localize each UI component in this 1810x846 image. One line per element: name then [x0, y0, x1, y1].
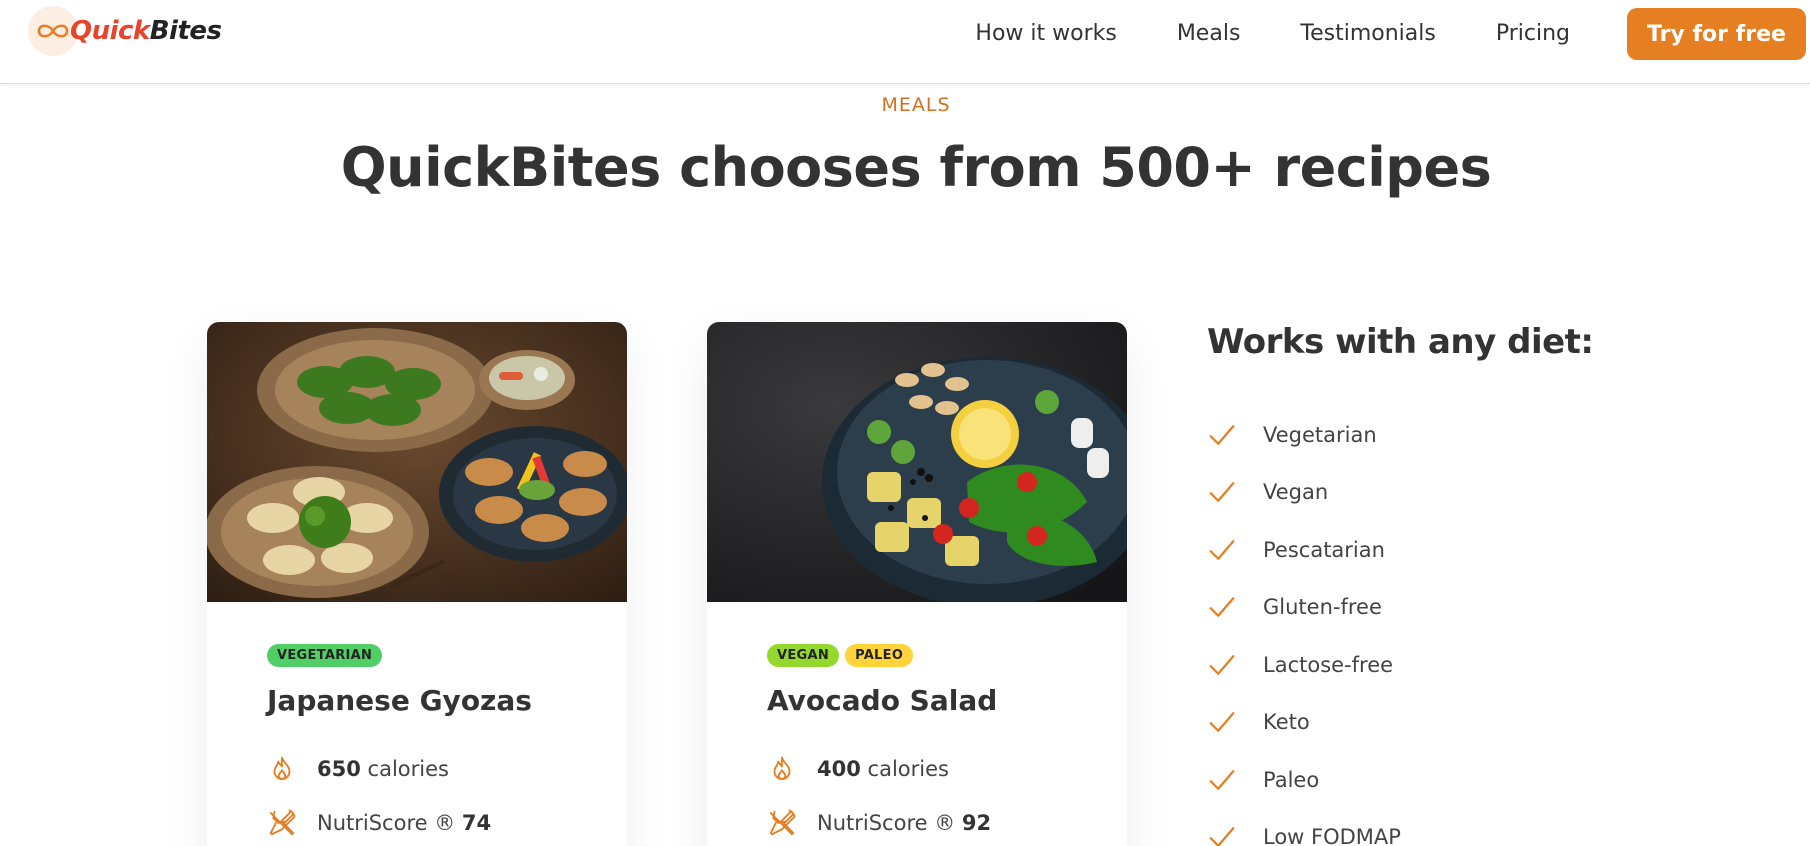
tag-vegan: VEGAN [767, 644, 840, 667]
site-header: QuickBites How it works Meals Testimonia… [0, 0, 1810, 84]
list-item: Gluten-free [1207, 579, 1401, 637]
list-item: Lactose-free [1207, 636, 1401, 694]
logo-part-bites: Bites [149, 16, 222, 46]
list-item: Vegetarian [1207, 406, 1401, 464]
nutriscore-label: NutriScore ® [817, 811, 956, 835]
gyozas-photo [207, 322, 627, 602]
logo-wordmark: QuickBites [70, 16, 222, 46]
tag-paleo: PALEO [845, 644, 914, 667]
diet-label: Gluten-free [1263, 595, 1382, 620]
list-item: Low FODMAP [1207, 809, 1401, 846]
section-title: QuickBites chooses from 500+ recipes [340, 136, 1492, 199]
meal-nutriscore: NutriScore ® 92 [767, 808, 991, 838]
meal-calories: 650 calories [267, 754, 449, 784]
diet-label: Lactose-free [1263, 652, 1394, 677]
diet-label: Vegetarian [1263, 422, 1377, 447]
meal-card-gyozas: VEGETARIAN Japanese Gyozas 650 calories … [207, 322, 627, 846]
diet-label: Low FODMAP [1263, 825, 1401, 846]
nutriscore-label: NutriScore ® [317, 811, 456, 835]
diet-label: Vegan [1263, 480, 1329, 505]
utensils-icon [269, 809, 296, 836]
nav-link-testimonials[interactable]: Testimonials [1300, 20, 1435, 48]
flame-icon [273, 756, 291, 780]
checkmark-icon [1209, 827, 1235, 846]
diet-list-title: Works with any diet: [1207, 322, 1594, 362]
logo-link[interactable]: QuickBites [28, 6, 222, 56]
checkmark-icon [1209, 482, 1235, 503]
try-for-free-button[interactable]: Try for free [1627, 8, 1806, 60]
avocado-salad-photo [707, 322, 1127, 602]
checkmark-icon [1209, 424, 1235, 445]
meal-tags: VEGAN PALEO [767, 644, 919, 667]
list-item: Paleo [1207, 751, 1401, 809]
logo-part-quick: Quick [70, 16, 150, 46]
meal-card-avocado-salad: VEGAN PALEO Avocado Salad 400 calories N… [707, 322, 1127, 846]
nav-link-how-it-works[interactable]: How it works [975, 20, 1116, 48]
utensils-icon [769, 809, 796, 836]
list-item: Vegan [1207, 464, 1401, 522]
checkmark-icon [1209, 539, 1235, 560]
meal-calories: 400 calories [767, 754, 949, 784]
checkmark-icon [1209, 654, 1235, 675]
nutriscore-value: 74 [461, 811, 492, 835]
list-item: Keto [1207, 694, 1401, 752]
diet-label: Keto [1263, 710, 1310, 735]
section-eyebrow: MEALS [881, 94, 951, 116]
diet-label: Pescatarian [1263, 537, 1385, 562]
diet-list: Vegetarian Vegan Pescatarian Gluten-free… [1207, 406, 1401, 846]
meal-title: Avocado Salad [767, 684, 998, 717]
main-nav: How it works Meals Testimonials Pricing [915, 20, 1570, 48]
checkmark-icon [1209, 712, 1235, 733]
nutriscore-value: 92 [961, 811, 992, 835]
flame-icon [773, 756, 791, 780]
meal-nutriscore: NutriScore ® 74 [267, 808, 491, 838]
diet-label: Paleo [1263, 767, 1320, 792]
meal-tags: VEGETARIAN [267, 644, 388, 667]
nav-link-meals[interactable]: Meals [1177, 20, 1241, 48]
calories-value: 400 [817, 757, 861, 781]
calories-label: calories [367, 757, 449, 781]
checkmark-icon [1209, 597, 1235, 618]
meal-title: Japanese Gyozas [267, 684, 532, 717]
calories-label: calories [867, 757, 949, 781]
nav-link-pricing[interactable]: Pricing [1496, 20, 1570, 48]
list-item: Pescatarian [1207, 521, 1401, 579]
calories-value: 650 [317, 757, 361, 781]
tag-vegetarian: VEGETARIAN [267, 644, 383, 667]
checkmark-icon [1209, 769, 1235, 790]
